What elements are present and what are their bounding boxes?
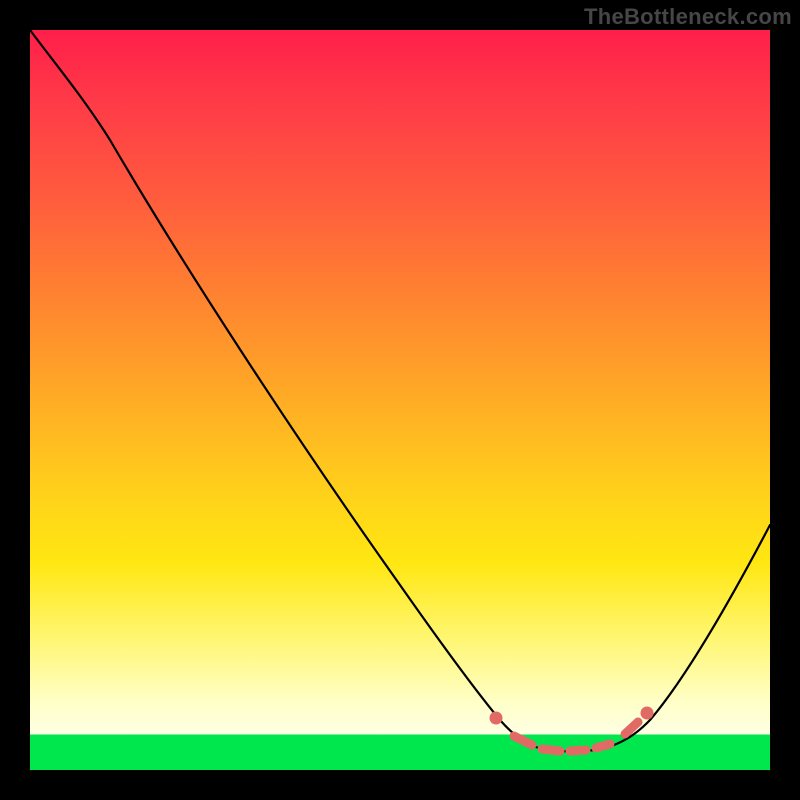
marker-dot-right	[641, 707, 654, 720]
watermark-text: TheBottleneck.com	[584, 4, 792, 30]
chart-frame: TheBottleneck.com	[0, 0, 800, 800]
marker-dot-left	[490, 712, 503, 725]
marker-dash-1	[514, 736, 532, 745]
plot-area	[30, 30, 770, 770]
bottleneck-curve	[30, 30, 770, 751]
marker-dash-3	[570, 750, 586, 751]
chart-svg	[30, 30, 770, 770]
marker-dash-2	[542, 749, 560, 751]
marker-dash-4	[596, 744, 610, 748]
